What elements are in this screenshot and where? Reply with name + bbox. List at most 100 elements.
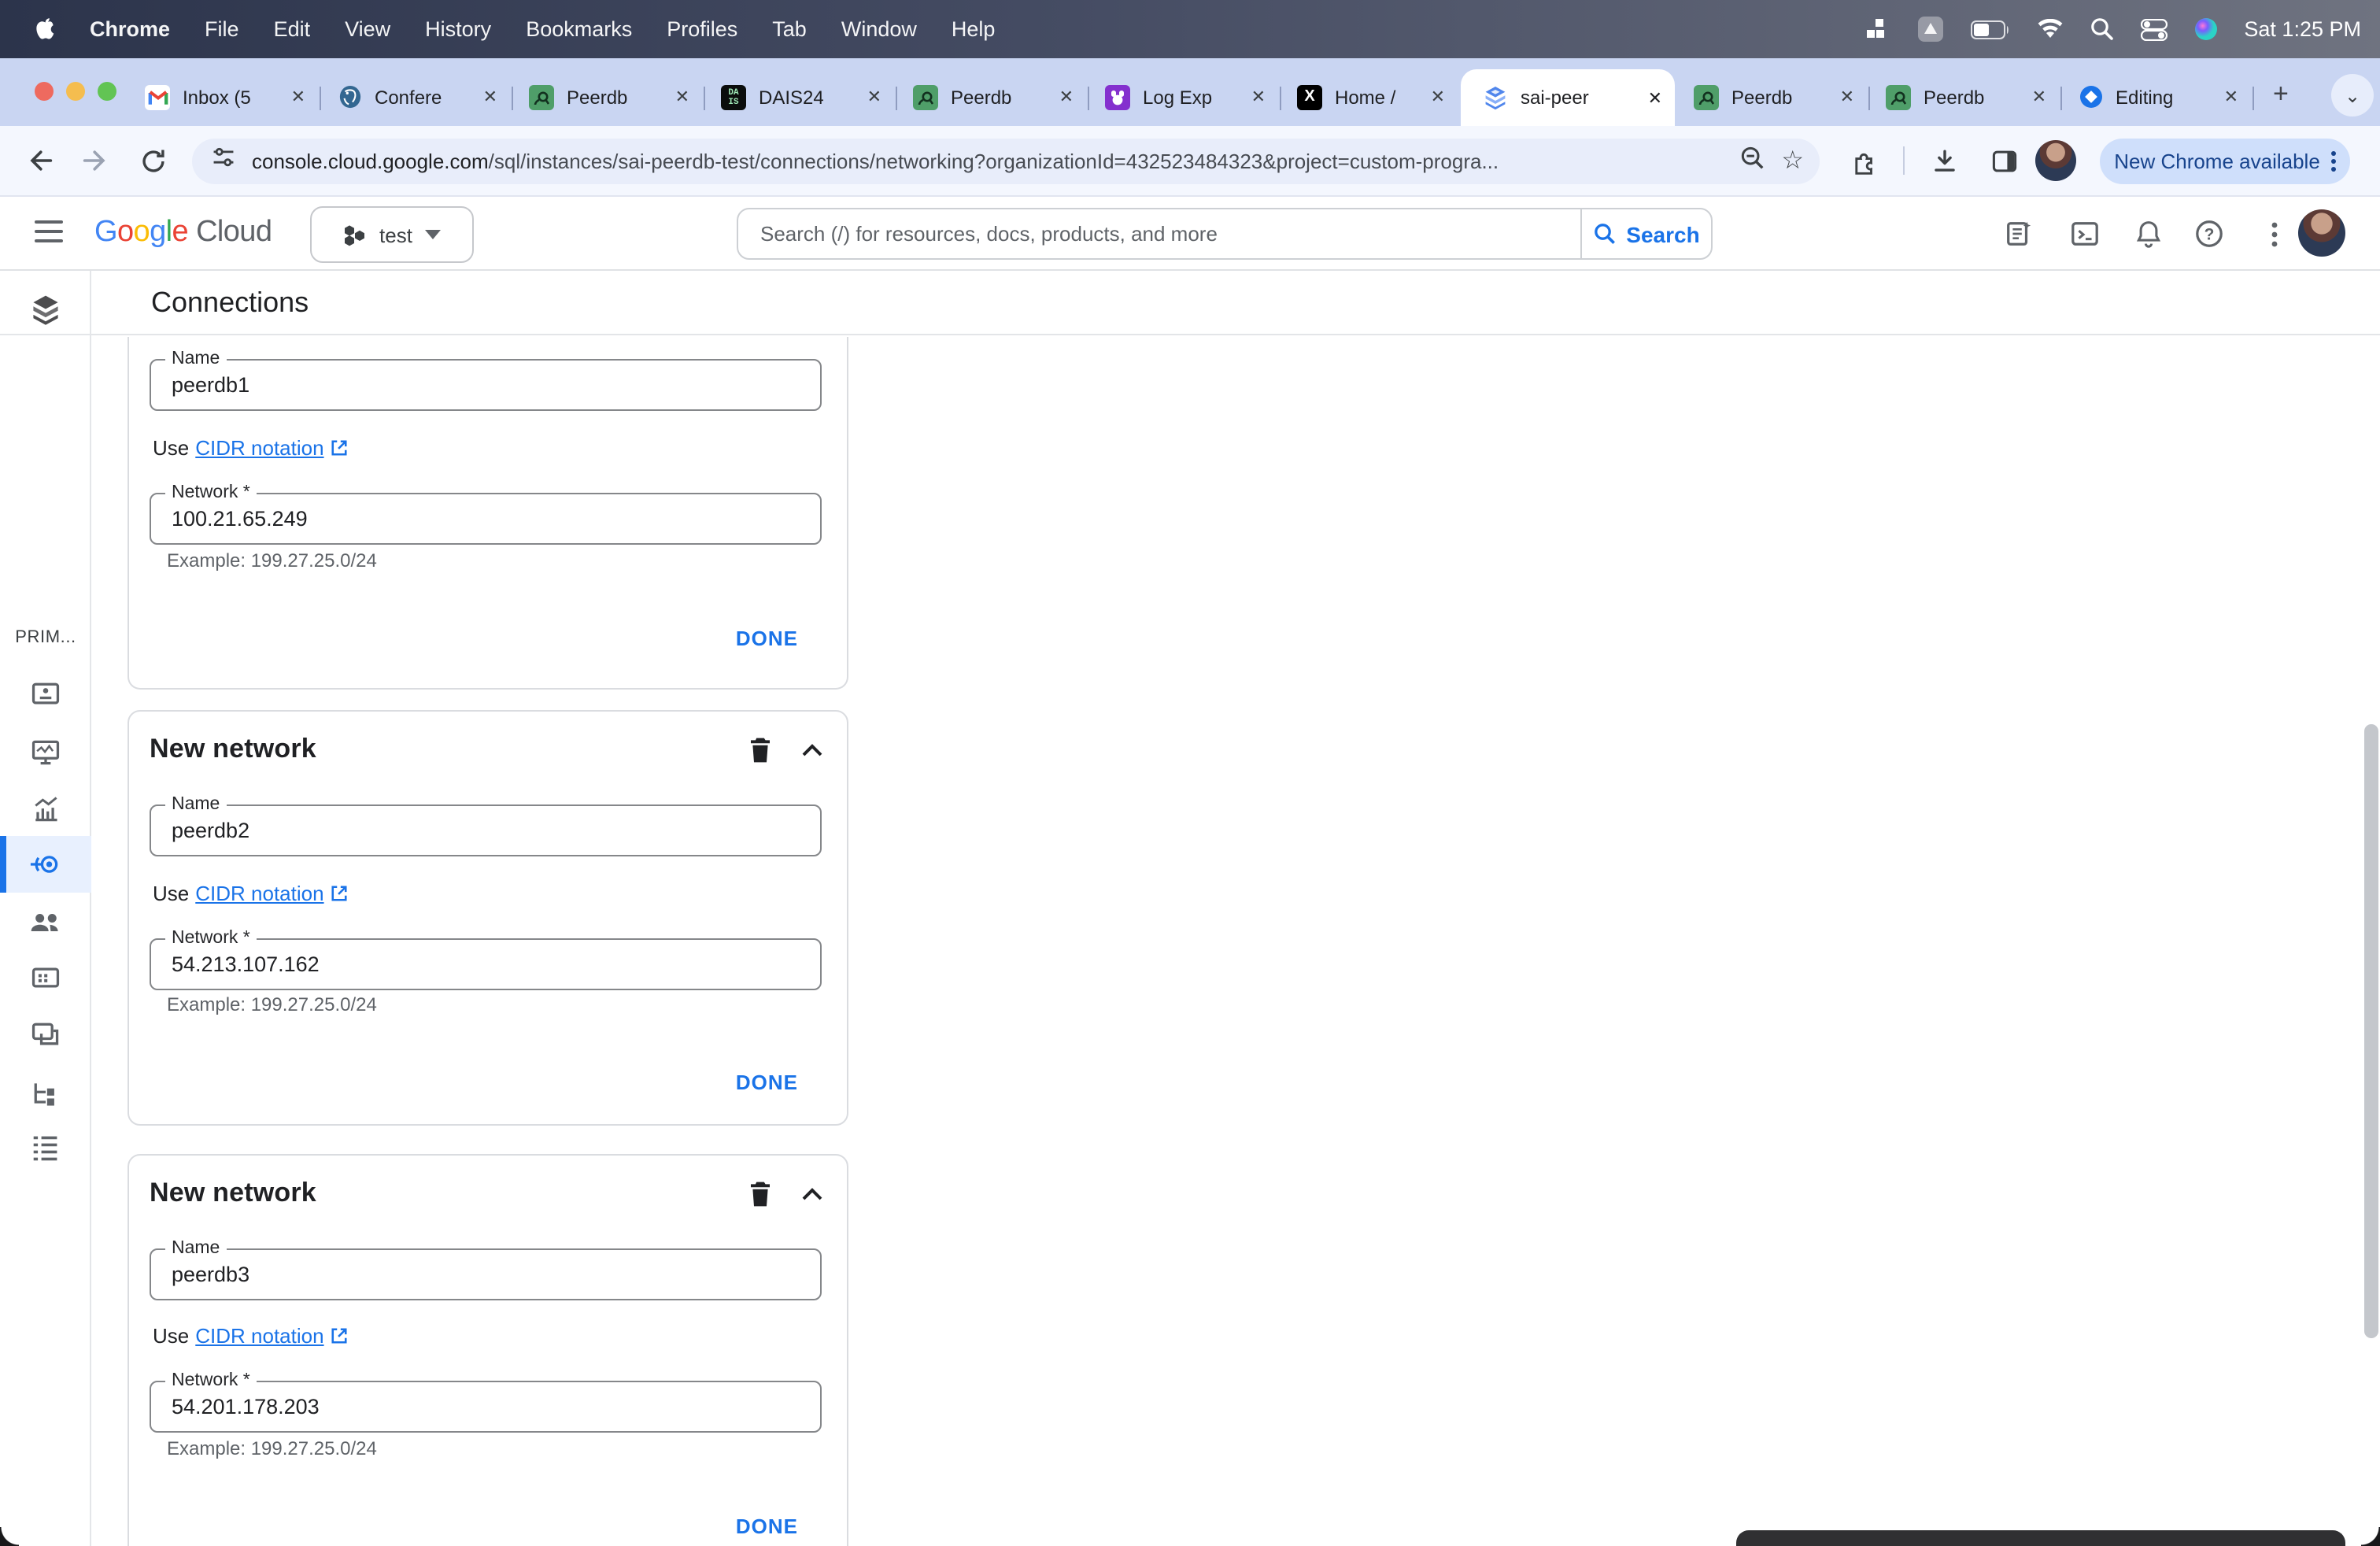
sidebar-item-system-insights[interactable] xyxy=(0,724,91,781)
tab-x-home[interactable]: X Home / ✕ xyxy=(1281,68,1458,126)
zoom-out-icon[interactable] xyxy=(1739,144,1765,179)
sidebar-item-overview[interactable] xyxy=(0,666,91,723)
sidebar-item-connections[interactable] xyxy=(0,836,91,893)
network-field[interactable]: Network * 100.21.65.249 xyxy=(150,483,822,545)
cidr-notation-link[interactable]: CIDR notation xyxy=(195,1323,323,1347)
sidebar-item-query-insights[interactable] xyxy=(0,781,91,838)
cidr-notation-link[interactable]: CIDR notation xyxy=(195,881,323,904)
close-tab-icon[interactable]: ✕ xyxy=(1251,87,1266,107)
tab-sai-peerdb-active[interactable]: sai-peer ✕ xyxy=(1461,69,1675,126)
collapse-card-button[interactable] xyxy=(796,734,828,765)
menu-help[interactable]: Help xyxy=(934,17,1013,41)
network-field[interactable]: Network * 54.213.107.162 xyxy=(150,929,822,990)
notifications-bell-icon[interactable] xyxy=(2131,217,2164,250)
sidebar-item-databases[interactable] xyxy=(0,949,91,1006)
menu-chrome[interactable]: Chrome xyxy=(72,17,187,41)
close-tab-icon[interactable]: ✕ xyxy=(2224,87,2238,107)
close-tab-icon[interactable]: ✕ xyxy=(2032,87,2046,107)
tab-peerdb-1[interactable]: Peerdb ✕ xyxy=(513,68,702,126)
minimize-window-button[interactable] xyxy=(66,82,85,101)
bookmark-star-icon[interactable]: ☆ xyxy=(1781,148,1804,174)
app-triangle-icon[interactable] xyxy=(1916,16,1943,43)
search-button[interactable]: Search xyxy=(1580,209,1711,258)
help-icon[interactable]: ? xyxy=(2193,217,2226,250)
delete-network-button[interactable] xyxy=(745,1178,776,1209)
tab-editing[interactable]: Editing ✕ xyxy=(2062,68,2251,126)
tab-peerdb-4[interactable]: Peerdb ✕ xyxy=(1870,68,2059,126)
done-button[interactable]: DONE xyxy=(736,622,798,653)
menu-edit[interactable]: Edit xyxy=(257,17,328,41)
tab-dais24[interactable]: DA IS DAIS24 ✕ xyxy=(705,68,894,126)
menu-tab[interactable]: Tab xyxy=(755,17,824,41)
close-tab-icon[interactable]: ✕ xyxy=(1648,87,1662,108)
new-tab-button[interactable]: + xyxy=(2273,79,2289,110)
sidebar-item-users[interactable] xyxy=(0,894,91,951)
done-button[interactable]: DONE xyxy=(736,1510,798,1541)
close-tab-icon[interactable]: ✕ xyxy=(483,87,497,107)
battery-icon[interactable] xyxy=(1970,20,2009,39)
cloud-shell-icon[interactable] xyxy=(2068,217,2101,250)
menu-view[interactable]: View xyxy=(327,17,408,41)
sidebar-item-operations[interactable] xyxy=(0,1119,91,1176)
project-selector[interactable]: test xyxy=(310,206,474,263)
tab-search-button[interactable]: ⌄ xyxy=(2331,74,2374,117)
close-tab-icon[interactable]: ✕ xyxy=(291,87,305,107)
scrollbar-thumb[interactable] xyxy=(2364,724,2378,1338)
side-panel-icon[interactable] xyxy=(1986,143,2021,178)
siri-icon[interactable] xyxy=(2193,17,2217,41)
close-tab-icon[interactable]: ✕ xyxy=(867,87,881,107)
close-window-button[interactable] xyxy=(35,82,54,101)
delete-network-button[interactable] xyxy=(745,734,776,765)
extensions-icon[interactable] xyxy=(1846,143,1881,178)
address-bar[interactable]: console.cloud.google.com/sql/instances/s… xyxy=(192,139,1820,184)
apple-icon[interactable] xyxy=(22,17,72,42)
name-field[interactable]: Name peerdb3 xyxy=(150,1239,822,1300)
close-tab-icon[interactable]: ✕ xyxy=(1840,87,1854,107)
menu-bookmarks[interactable]: Bookmarks xyxy=(508,17,649,41)
chrome-tab-strip: Inbox (5 ✕ Confere ✕ Peerdb ✕ DA IS DAIS… xyxy=(0,58,2380,126)
menu-history[interactable]: History xyxy=(408,17,508,41)
menu-profiles[interactable]: Profiles xyxy=(649,17,755,41)
network-field[interactable]: Network * 54.201.178.203 xyxy=(150,1371,822,1433)
close-tab-icon[interactable]: ✕ xyxy=(1059,87,1074,107)
sidebar-item-backups[interactable] xyxy=(0,1006,91,1063)
tab-conference[interactable]: Confere ✕ xyxy=(321,68,510,126)
profile-avatar[interactable] xyxy=(2035,140,2076,181)
forward-icon[interactable] xyxy=(79,143,113,178)
spotlight-icon[interactable] xyxy=(2090,17,2113,41)
sidebar-item-replicas[interactable] xyxy=(0,1066,91,1123)
control-center-icon[interactable] xyxy=(2140,18,2168,40)
zoom-window-button[interactable] xyxy=(98,82,116,101)
download-icon[interactable] xyxy=(1927,143,1961,178)
search-input[interactable]: Search (/) for resources, docs, products… xyxy=(738,222,1580,246)
close-tab-icon[interactable]: ✕ xyxy=(675,87,689,107)
close-tab-icon[interactable]: ✕ xyxy=(1431,87,1445,107)
menu-bar-clock[interactable]: Sat 1:25 PM xyxy=(2244,17,2361,41)
tab-inbox[interactable]: Inbox (5 ✕ xyxy=(129,68,318,126)
new-chrome-available-button[interactable]: New Chrome available xyxy=(2100,139,2350,184)
reload-icon[interactable] xyxy=(135,143,170,178)
wifi-icon[interactable] xyxy=(2036,19,2063,39)
menu-window[interactable]: Window xyxy=(824,17,934,41)
back-icon[interactable] xyxy=(22,143,57,178)
tab-log-explorer[interactable]: Log Exp ✕ xyxy=(1089,68,1278,126)
tab-peerdb-3[interactable]: Peerdb ✕ xyxy=(1678,68,1867,126)
tab-peerdb-2[interactable]: Peerdb ✕ xyxy=(897,68,1086,126)
tiles-icon[interactable] xyxy=(1866,17,1890,41)
collapse-card-button[interactable] xyxy=(796,1178,828,1209)
more-vertical-icon[interactable] xyxy=(2257,217,2290,250)
account-avatar[interactable] xyxy=(2298,209,2345,257)
name-field[interactable]: Name peerdb1 xyxy=(150,350,822,411)
menu-file[interactable]: File xyxy=(187,17,257,41)
nav-menu-icon[interactable] xyxy=(35,220,63,242)
site-settings-icon[interactable] xyxy=(211,145,236,178)
browser-menu-icon[interactable] xyxy=(2330,151,2336,172)
google-cloud-logo[interactable]: Google Cloud xyxy=(94,216,272,250)
cloud-sql-product-icon[interactable] xyxy=(0,282,91,338)
chevron-up-icon xyxy=(802,1187,822,1200)
cidr-notation-link[interactable]: CIDR notation xyxy=(195,435,323,459)
name-field[interactable]: Name peerdb2 xyxy=(150,795,822,856)
release-notes-icon[interactable] xyxy=(2002,217,2035,250)
done-button[interactable]: DONE xyxy=(736,1066,798,1097)
gcp-search-bar[interactable]: Search (/) for resources, docs, products… xyxy=(737,208,1713,260)
